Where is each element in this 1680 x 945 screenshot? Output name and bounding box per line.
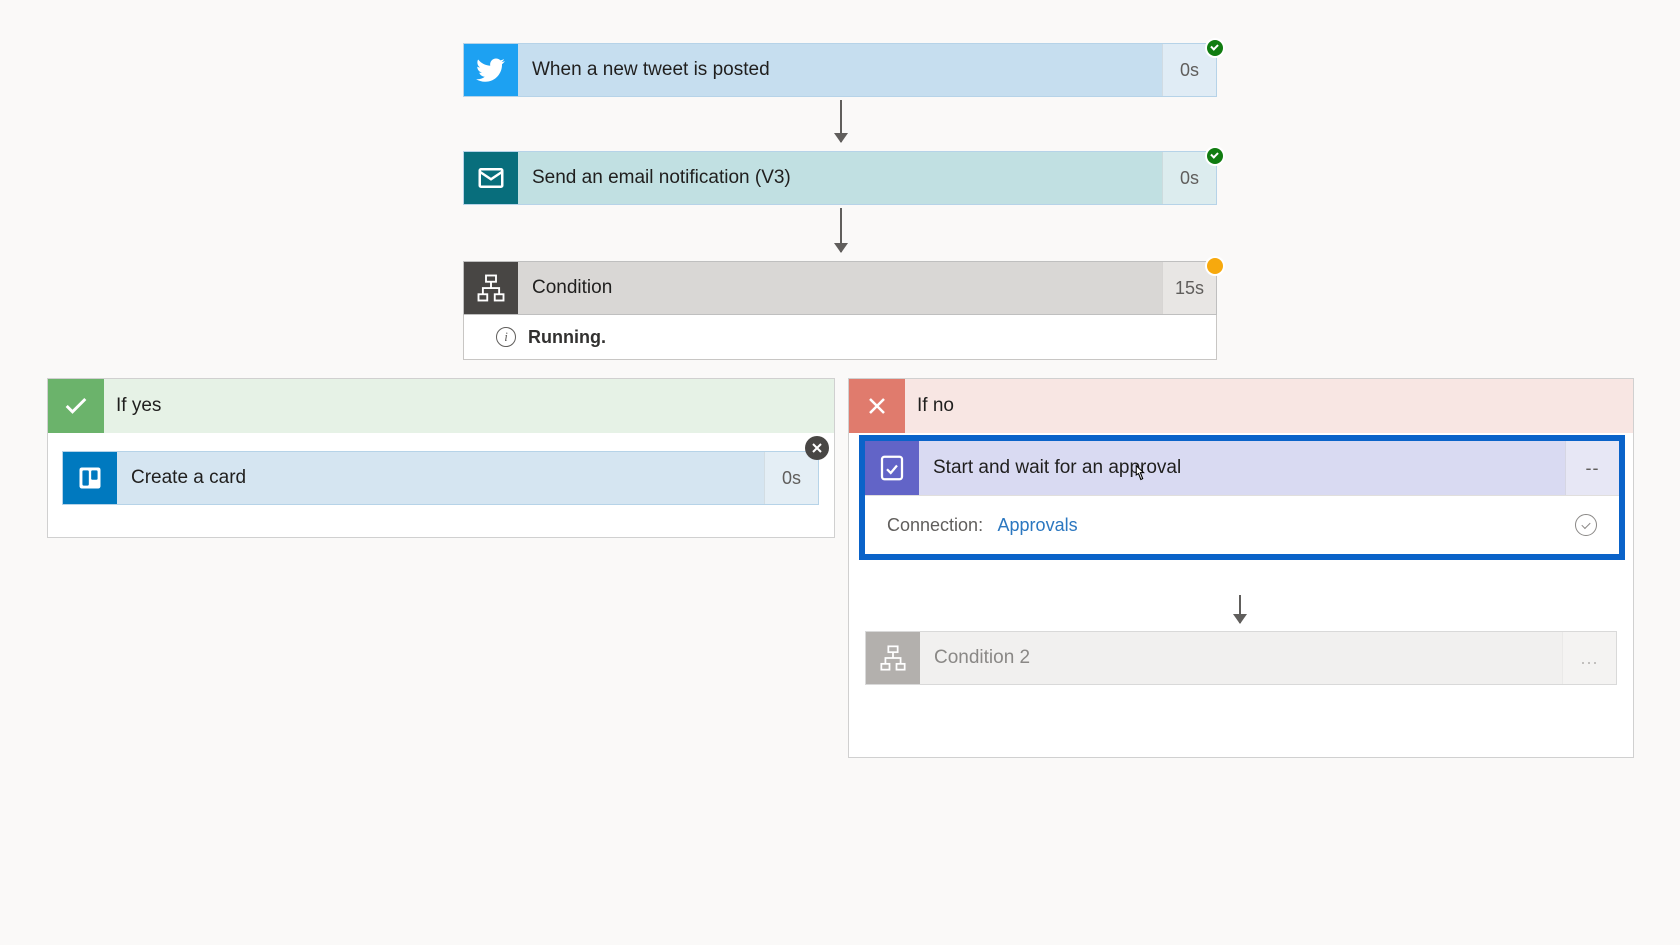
card-create-trello[interactable]: Create a card 0s xyxy=(62,451,819,505)
success-badge-icon xyxy=(1207,148,1223,164)
close-icon xyxy=(849,379,905,433)
running-badge-icon xyxy=(1207,258,1223,274)
cursor-icon xyxy=(1128,463,1150,485)
branch-header: If yes xyxy=(48,379,834,433)
card-condition-2[interactable]: Condition 2 ... xyxy=(865,631,1617,685)
step-label: Send an email notification (V3) xyxy=(518,152,1162,204)
running-status-row: i Running. xyxy=(463,315,1217,360)
branch-label: If no xyxy=(905,379,1633,433)
approval-header: Start and wait for an approval -- xyxy=(865,441,1619,495)
branch-header: If no xyxy=(849,379,1633,433)
branch-if-yes[interactable]: If yes Create a card 0s xyxy=(47,378,835,538)
step-email[interactable]: Send an email notification (V3) 0s xyxy=(463,151,1217,205)
step-label: Condition xyxy=(518,262,1162,314)
running-text: Running. xyxy=(528,327,606,348)
check-icon xyxy=(48,379,104,433)
approval-label: Start and wait for an approval xyxy=(919,441,1565,495)
twitter-icon xyxy=(464,44,518,96)
branch-label: If yes xyxy=(104,379,834,433)
arrow-icon xyxy=(1239,595,1241,623)
card-approval-highlighted[interactable]: Start and wait for an approval -- Connec… xyxy=(859,435,1625,560)
mail-icon xyxy=(464,152,518,204)
step-condition[interactable]: Condition 15s xyxy=(463,261,1217,315)
condition-icon xyxy=(866,632,920,684)
card-label: Condition 2 xyxy=(920,632,1562,684)
card-duration: 0s xyxy=(764,452,818,504)
connection-label: Connection: xyxy=(887,515,983,535)
arrow-icon xyxy=(840,100,842,142)
flow-canvas: When a new tweet is posted 0s Send an em… xyxy=(0,0,1680,945)
connection-ok-icon xyxy=(1575,514,1597,536)
success-badge-icon xyxy=(1207,40,1223,56)
info-icon: i xyxy=(496,327,516,347)
delete-card-button[interactable] xyxy=(805,436,829,460)
card-label: Create a card xyxy=(117,452,764,504)
trello-icon xyxy=(63,452,117,504)
card-duration: ... xyxy=(1562,632,1616,684)
arrow-icon xyxy=(840,208,842,252)
approval-connection-row: Connection: Approvals xyxy=(865,495,1619,554)
condition-icon xyxy=(464,262,518,314)
step-twitter-trigger[interactable]: When a new tweet is posted 0s xyxy=(463,43,1217,97)
branch-if-no[interactable]: If no Start and wait for an approval -- … xyxy=(848,378,1634,758)
connection-link[interactable]: Approvals xyxy=(998,515,1078,535)
approval-icon xyxy=(865,441,919,495)
step-label: When a new tweet is posted xyxy=(518,44,1162,96)
approval-duration: -- xyxy=(1565,441,1619,495)
